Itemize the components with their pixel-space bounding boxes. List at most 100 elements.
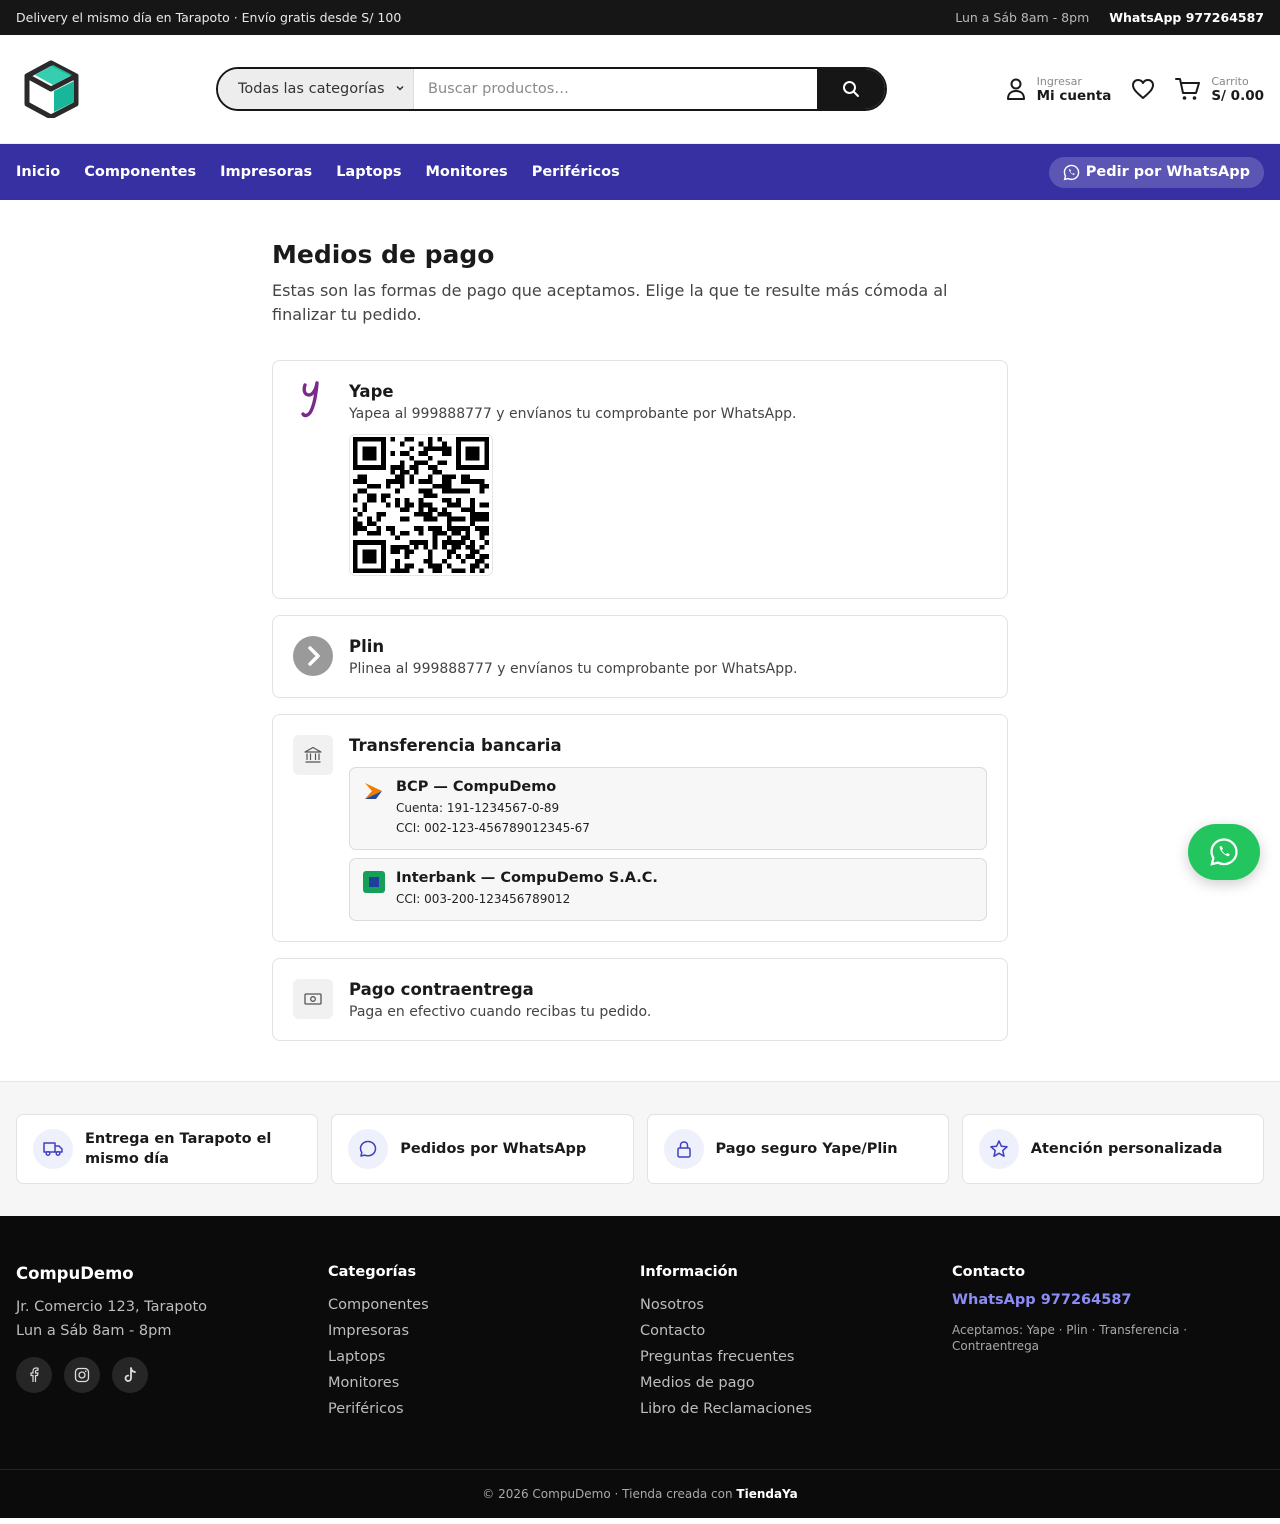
footer-contact-col: Contacto WhatsApp 977264587 Aceptamos: Y…: [952, 1264, 1264, 1469]
page-intro: Estas son las formas de pago que aceptam…: [272, 281, 948, 324]
bank-name: Interbank — CompuDemo S.A.C.: [396, 870, 658, 886]
copyright-text: © 2026 CompuDemo · Tienda creada con: [482, 1487, 733, 1501]
feature-attention: Atención personalizada: [961, 1114, 1264, 1184]
feature-whatsapp: Pedidos por WhatsApp: [331, 1114, 634, 1184]
search-input[interactable]: [414, 69, 817, 109]
bank-cci: CCI: 002-123-456789012345-67: [396, 821, 590, 835]
builder-link[interactable]: TiendaYa: [736, 1487, 797, 1501]
cod-title: Pago contraentrega: [349, 980, 534, 999]
cart-button[interactable]: Carrito S/ 0.00: [1175, 75, 1264, 104]
nav-link-inicio[interactable]: Inicio: [16, 164, 60, 180]
bcp-logo-icon: [365, 783, 382, 799]
user-icon: [1006, 78, 1025, 100]
bank-icon: [293, 735, 333, 775]
footer-brand-col: CompuDemo Jr. Comercio 123, Tarapoto Lun…: [16, 1264, 328, 1469]
footer-address: Jr. Comercio 123, Tarapoto: [16, 1299, 208, 1315]
footer-link-impresoras[interactable]: Impresoras: [328, 1318, 640, 1344]
footer-link-faq[interactable]: Preguntas frecuentes: [640, 1344, 952, 1370]
instagram-icon[interactable]: [64, 1357, 100, 1393]
footer-link-monitores[interactable]: Monitores: [328, 1370, 640, 1396]
footer-info-title: Información: [640, 1264, 738, 1280]
page-title: Medios de pago: [272, 240, 495, 269]
nav-link-perifericos[interactable]: Periféricos: [532, 164, 620, 180]
nav-link-laptops[interactable]: Laptops: [336, 164, 401, 180]
store-hours: Lun a Sáb 8am - 8pm: [955, 10, 1090, 25]
search-bar: Todas las categorías: [216, 67, 887, 111]
lock-icon: [663, 1129, 704, 1169]
footer-whatsapp-link[interactable]: WhatsApp 977264587: [952, 1292, 1264, 1308]
wishlist-button[interactable]: [1131, 78, 1155, 100]
interbank-logo-icon: [363, 871, 385, 893]
header: Todas las categorías Ingresar Mi cuenta: [0, 35, 1280, 144]
footer-info-col: Información Nosotros Contacto Preguntas …: [640, 1264, 952, 1469]
chat-icon: [348, 1129, 389, 1169]
nav-link-impresoras[interactable]: Impresoras: [220, 164, 312, 180]
footer-link-perifericos[interactable]: Periféricos: [328, 1396, 640, 1422]
footer-link-medios-de-pago[interactable]: Medios de pago: [640, 1370, 952, 1396]
payment-method-cod: Pago contraentrega Paga en efectivo cuan…: [272, 958, 1008, 1041]
footer-link-nosotros[interactable]: Nosotros: [640, 1292, 952, 1318]
plin-description: Plinea al 999888777 y envíanos tu compro…: [349, 661, 798, 677]
footer-contact-title: Contacto: [952, 1264, 1026, 1280]
whatsapp-icon: [1063, 164, 1080, 180]
account-small-label: Ingresar: [1036, 74, 1082, 88]
main-content: Medios de pago Estas son las formas de p…: [272, 200, 1008, 1041]
facebook-icon[interactable]: [16, 1357, 52, 1393]
footer-categories-col: Categorías Componentes Impresoras Laptop…: [328, 1264, 640, 1469]
whatsapp-icon: [1210, 838, 1238, 866]
footer-hours: Lun a Sáb 8am - 8pm: [16, 1323, 172, 1339]
whatsapp-order-button[interactable]: Pedir por WhatsApp: [1048, 156, 1264, 188]
bank-account-interbank: Interbank — CompuDemo S.A.C. CCI: 003-20…: [349, 858, 987, 921]
nav-link-monitores[interactable]: Monitores: [426, 164, 508, 180]
main-nav: Inicio Componentes Impresoras Laptops Mo…: [0, 144, 1280, 200]
search-icon: [843, 81, 859, 97]
search-button[interactable]: [817, 69, 885, 109]
category-select-value: Todas las categorías: [238, 81, 385, 97]
account-label: Mi cuenta: [1036, 87, 1112, 104]
topbar-whatsapp-link[interactable]: WhatsApp 977264587: [1109, 10, 1264, 25]
top-bar: Delivery el mismo día en Tarapoto · Enví…: [0, 0, 1280, 35]
footer-categories-title: Categorías: [328, 1264, 417, 1280]
transfer-title: Transferencia bancaria: [349, 736, 562, 755]
yape-title: Yape: [349, 382, 394, 401]
footer-link-contacto[interactable]: Contacto: [640, 1318, 952, 1344]
cod-description: Paga en efectivo cuando recibas tu pedid…: [349, 1004, 652, 1020]
bank-account-number: Cuenta: 191-1234567-0-89: [396, 801, 560, 815]
payment-method-plin: Plin Plinea al 999888777 y envíanos tu c…: [272, 615, 1008, 698]
tiktok-icon[interactable]: [112, 1357, 148, 1393]
yape-logo-icon: [293, 381, 333, 421]
payment-method-transfer: Transferencia bancaria BCP — CompuDemo C…: [272, 714, 1008, 942]
whatsapp-order-label: Pedir por WhatsApp: [1085, 164, 1250, 180]
yape-description: Yapea al 999888777 y envíanos tu comprob…: [349, 406, 797, 422]
cart-total: S/ 0.00: [1211, 87, 1264, 104]
plin-title: Plin: [349, 637, 385, 656]
cube-logo-icon: [24, 60, 79, 118]
feature-secure-payment: Pago seguro Yape/Plin: [646, 1114, 949, 1184]
nav-link-componentes[interactable]: Componentes: [84, 164, 196, 180]
floating-whatsapp-button[interactable]: [1188, 824, 1260, 880]
cash-icon: [293, 979, 333, 1019]
footer-link-laptops[interactable]: Laptops: [328, 1344, 640, 1370]
footer-link-componentes[interactable]: Componentes: [328, 1292, 640, 1318]
promo-text: Delivery el mismo día en Tarapoto · Enví…: [16, 10, 402, 25]
feature-label: Pedidos por WhatsApp: [400, 1141, 587, 1157]
cart-icon: [1175, 78, 1201, 100]
footer-link-reclamaciones[interactable]: Libro de Reclamaciones: [640, 1396, 952, 1422]
heart-icon: [1132, 79, 1155, 99]
account-link[interactable]: Ingresar Mi cuenta: [1005, 74, 1112, 104]
copyright-bar: © 2026 CompuDemo · Tienda creada con Tie…: [0, 1469, 1280, 1518]
footer-brand: CompuDemo: [16, 1264, 134, 1283]
footer: CompuDemo Jr. Comercio 123, Tarapoto Lun…: [0, 1216, 1280, 1518]
footer-accepted-payments: Aceptamos: Yape · Plin · Transferencia ·…: [952, 1323, 1188, 1353]
feature-delivery: Entrega en Tarapoto el mismo día: [16, 1114, 319, 1184]
payment-method-yape: Yape Yapea al 999888777 y envíanos tu co…: [272, 360, 1008, 599]
bank-cci: CCI: 003-200-123456789012: [396, 892, 571, 906]
bank-account-bcp: BCP — CompuDemo Cuenta: 191-1234567-0-89…: [349, 767, 987, 850]
feature-label: Atención personalizada: [1030, 1141, 1223, 1157]
chevron-down-icon: [395, 83, 405, 96]
truck-icon: [33, 1129, 73, 1169]
store-logo[interactable]: [24, 58, 84, 120]
feature-label: Entrega en Tarapoto el mismo día: [85, 1131, 272, 1167]
category-select[interactable]: Todas las categorías: [218, 69, 414, 109]
bank-name: BCP — CompuDemo: [396, 779, 557, 795]
